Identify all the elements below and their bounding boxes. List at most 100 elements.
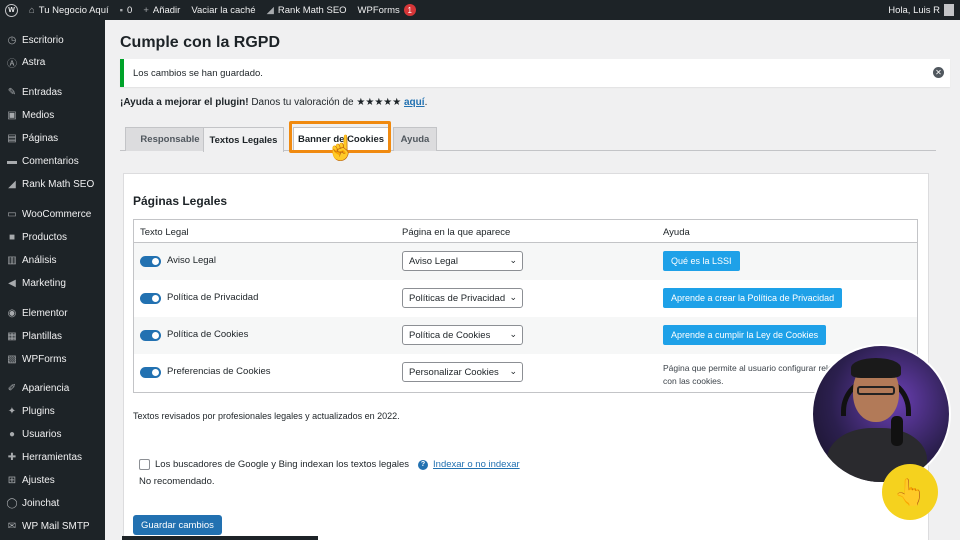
sidebar-item-plugins[interactable]: ✦ Plugins bbox=[0, 400, 105, 422]
aviso-legal-select[interactable]: Aviso Legal ⌄ bbox=[402, 251, 523, 271]
sidebar-item-label: Entradas bbox=[22, 86, 63, 98]
site-name: Tu Negocio Aquí bbox=[38, 4, 109, 16]
dismiss-icon[interactable]: ✕ bbox=[933, 67, 944, 78]
rating-link[interactable]: aquí bbox=[404, 97, 425, 108]
sidebar-item-label: Astra bbox=[22, 56, 46, 68]
rating-prefix: ¡Ayuda a mejorar el plugin! bbox=[120, 97, 249, 108]
sidebar-item-entradas[interactable]: ✎ Entradas bbox=[0, 81, 105, 103]
user-icon: ● bbox=[8, 428, 16, 440]
sidebar-item-elementor[interactable]: ◉ Elementor bbox=[0, 302, 105, 324]
sidebar-item-label: Análisis bbox=[22, 254, 57, 266]
column-header: Página en la que aparece bbox=[402, 227, 511, 238]
legal-pages-table: Texto Legal Página en la que aparece Ayu… bbox=[133, 219, 918, 393]
notice-text: Los cambios se han guardado. bbox=[133, 67, 263, 79]
glasses-icon bbox=[857, 386, 895, 395]
wpforms-label: WPForms bbox=[357, 4, 400, 16]
panel-heading: Páginas Legales bbox=[133, 194, 228, 208]
wpforms-link[interactable]: WPForms 1 bbox=[358, 4, 416, 16]
rating-text: Danos tu valoración de ★★★★★ bbox=[248, 97, 404, 108]
not-recommended-note: No recomendado. bbox=[139, 476, 215, 487]
preferencias-toggle[interactable] bbox=[140, 367, 161, 378]
lssi-help-button[interactable]: Qué es la LSSI bbox=[663, 251, 740, 271]
success-notice: Los cambios se han guardado. ✕ bbox=[120, 59, 950, 87]
sidebar-item-comentarios[interactable]: ▬ Comentarios bbox=[0, 150, 105, 172]
sidebar-item-label: Herramientas bbox=[22, 451, 83, 463]
woo-icon: ▭ bbox=[7, 208, 17, 220]
table-header: Texto Legal Página en la que aparece Ayu… bbox=[134, 220, 917, 243]
sidebar-item-label: Joinchat bbox=[22, 497, 60, 509]
rank-math-link[interactable]: ◢ Rank Math SEO bbox=[267, 5, 347, 16]
table-row: Política de Privacidad Políticas de Priv… bbox=[134, 280, 917, 317]
add-new-label: Añadir bbox=[152, 4, 181, 16]
sidebar-item-medios[interactable]: ▣ Medios bbox=[0, 104, 105, 126]
sidebar-item-label: WooCommerce bbox=[22, 208, 92, 220]
dashboard-icon: ◷ bbox=[7, 34, 17, 46]
save-button[interactable]: Guardar cambios bbox=[133, 515, 222, 535]
folder-icon: ▦ bbox=[7, 330, 17, 342]
preferencias-select[interactable]: Personalizar Cookies ⌄ bbox=[402, 362, 523, 382]
sidebar-item-woocommerce[interactable]: ▭ WooCommerce bbox=[0, 203, 105, 225]
pin-icon: ✎ bbox=[7, 86, 17, 98]
privacy-help-button[interactable]: Aprende a crear la Política de Privacida… bbox=[663, 288, 843, 308]
sidebar-item-apariencia[interactable]: ✐ Apariencia bbox=[0, 377, 105, 399]
index-checkbox[interactable] bbox=[139, 459, 150, 470]
admin-sidebar: ◷ Escritorio Ⓐ Astra ✎ Entradas ▣ Medios ▤ Pá… bbox=[0, 20, 105, 540]
sidebar-item-label: Productos bbox=[22, 231, 68, 243]
sidebar-item-usuarios[interactable]: ● Usuarios bbox=[0, 423, 105, 445]
sidebar-item-label: Marketing bbox=[22, 277, 66, 289]
cookies-help-button[interactable]: Aprende a cumplir la Ley de Cookies bbox=[663, 325, 827, 345]
privacidad-toggle[interactable] bbox=[140, 293, 161, 304]
tab-textos-legales[interactable]: Textos Legales bbox=[203, 127, 284, 152]
sidebar-item-analisis[interactable]: ▥ Análisis bbox=[0, 249, 105, 271]
help-icon: ? bbox=[418, 459, 429, 470]
sidebar-item-rank-math[interactable]: ◢ Rank Math SEO bbox=[0, 173, 105, 195]
webcam-overlay bbox=[811, 344, 951, 484]
user-account-link[interactable]: Hola, Luis R bbox=[888, 4, 954, 16]
aviso-legal-toggle[interactable] bbox=[140, 256, 161, 267]
progress-strip bbox=[122, 536, 318, 540]
form-icon: ▧ bbox=[7, 353, 17, 365]
sidebar-item-marketing[interactable]: ◀ Marketing bbox=[0, 272, 105, 294]
sidebar-item-astra[interactable]: Ⓐ Astra bbox=[0, 51, 105, 73]
add-new-link[interactable]: + Añadir bbox=[143, 5, 180, 16]
privacidad-select[interactable]: Políticas de Privacidad ⌄ bbox=[402, 288, 523, 308]
index-link[interactable]: Indexar o no indexar bbox=[433, 459, 520, 470]
clear-cache-link[interactable]: Vaciar la caché bbox=[191, 5, 255, 16]
microphone-icon bbox=[891, 416, 903, 446]
box-icon: ■ bbox=[8, 231, 16, 243]
sidebar-item-paginas[interactable]: ▤ Páginas bbox=[0, 127, 105, 149]
table-row: Preferencias de Cookies Personalizar Coo… bbox=[134, 354, 917, 392]
cookies-select[interactable]: Política de Cookies ⌄ bbox=[402, 325, 523, 345]
table-row: Política de Cookies Política de Cookies ⌄… bbox=[134, 317, 917, 354]
comments-count: 0 bbox=[127, 4, 133, 16]
sidebar-item-label: Ajustes bbox=[22, 474, 55, 486]
sidebar-item-productos[interactable]: ■ Productos bbox=[0, 226, 105, 248]
rank-math-label: Rank Math SEO bbox=[277, 4, 347, 16]
sidebar-item-escritorio[interactable]: ◷ Escritorio bbox=[0, 29, 105, 51]
site-name-link[interactable]: ⌂ Tu Negocio Aquí bbox=[29, 5, 109, 16]
row-label: Política de Privacidad bbox=[167, 292, 259, 303]
row-label: Preferencias de Cookies bbox=[167, 366, 271, 377]
pointer-hand-icon: ☝ bbox=[326, 135, 356, 162]
sidebar-item-joinchat[interactable]: ◯ Joinchat bbox=[0, 492, 105, 514]
index-option: Los buscadores de Google y Bing indexan … bbox=[139, 459, 520, 470]
sidebar-item-label: Medios bbox=[22, 109, 55, 121]
sidebar-item-label: Elementor bbox=[22, 307, 68, 319]
sidebar-item-wp-mail-smtp[interactable]: ✉ WP Mail SMTP bbox=[0, 515, 105, 537]
chat-icon: ◯ bbox=[6, 497, 18, 509]
sidebar-item-plantillas[interactable]: ▦ Plantillas bbox=[0, 325, 105, 347]
sidebar-item-label: Páginas bbox=[22, 132, 59, 144]
sidebar-item-herramientas[interactable]: ✚ Herramientas bbox=[0, 446, 105, 468]
wordpress-logo-icon[interactable]: W bbox=[5, 3, 18, 17]
tab-ayuda[interactable]: Ayuda bbox=[393, 127, 437, 151]
sidebar-item-ajustes[interactable]: ⊞ Ajustes bbox=[0, 469, 105, 491]
cookies-toggle[interactable] bbox=[140, 330, 161, 341]
column-header: Ayuda bbox=[663, 227, 690, 238]
chevron-down-icon: ⌄ bbox=[509, 366, 517, 376]
sidebar-item-wpforms[interactable]: ▧ WPForms bbox=[0, 348, 105, 370]
page-title: Cumple con la RGPD bbox=[120, 34, 281, 51]
comments-link[interactable]: ▪ 0 bbox=[120, 5, 133, 16]
tab-responsable[interactable]: Responsable bbox=[125, 127, 215, 151]
select-value: Políticas de Privacidad bbox=[409, 292, 506, 304]
sidebar-item-label: WP Mail SMTP bbox=[22, 520, 90, 532]
